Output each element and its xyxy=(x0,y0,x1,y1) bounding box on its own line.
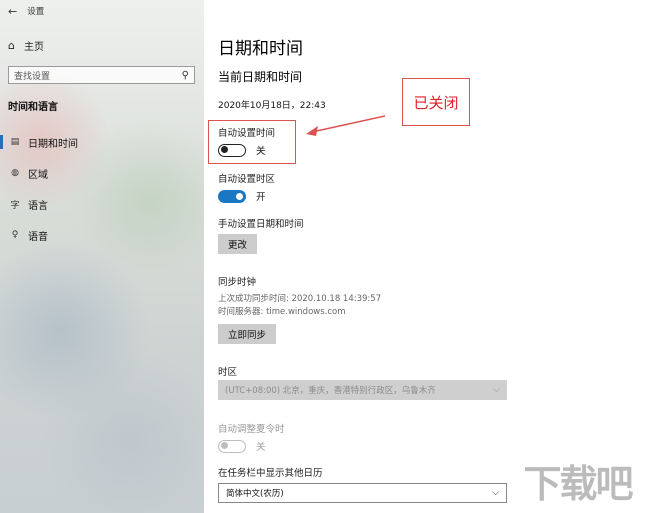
annotation-arrow xyxy=(306,115,386,136)
annotation-callout: 已关闭 xyxy=(402,78,470,126)
annotation-text: 已关闭 xyxy=(413,93,459,112)
watermark-logo: 下载吧 xyxy=(523,461,633,506)
